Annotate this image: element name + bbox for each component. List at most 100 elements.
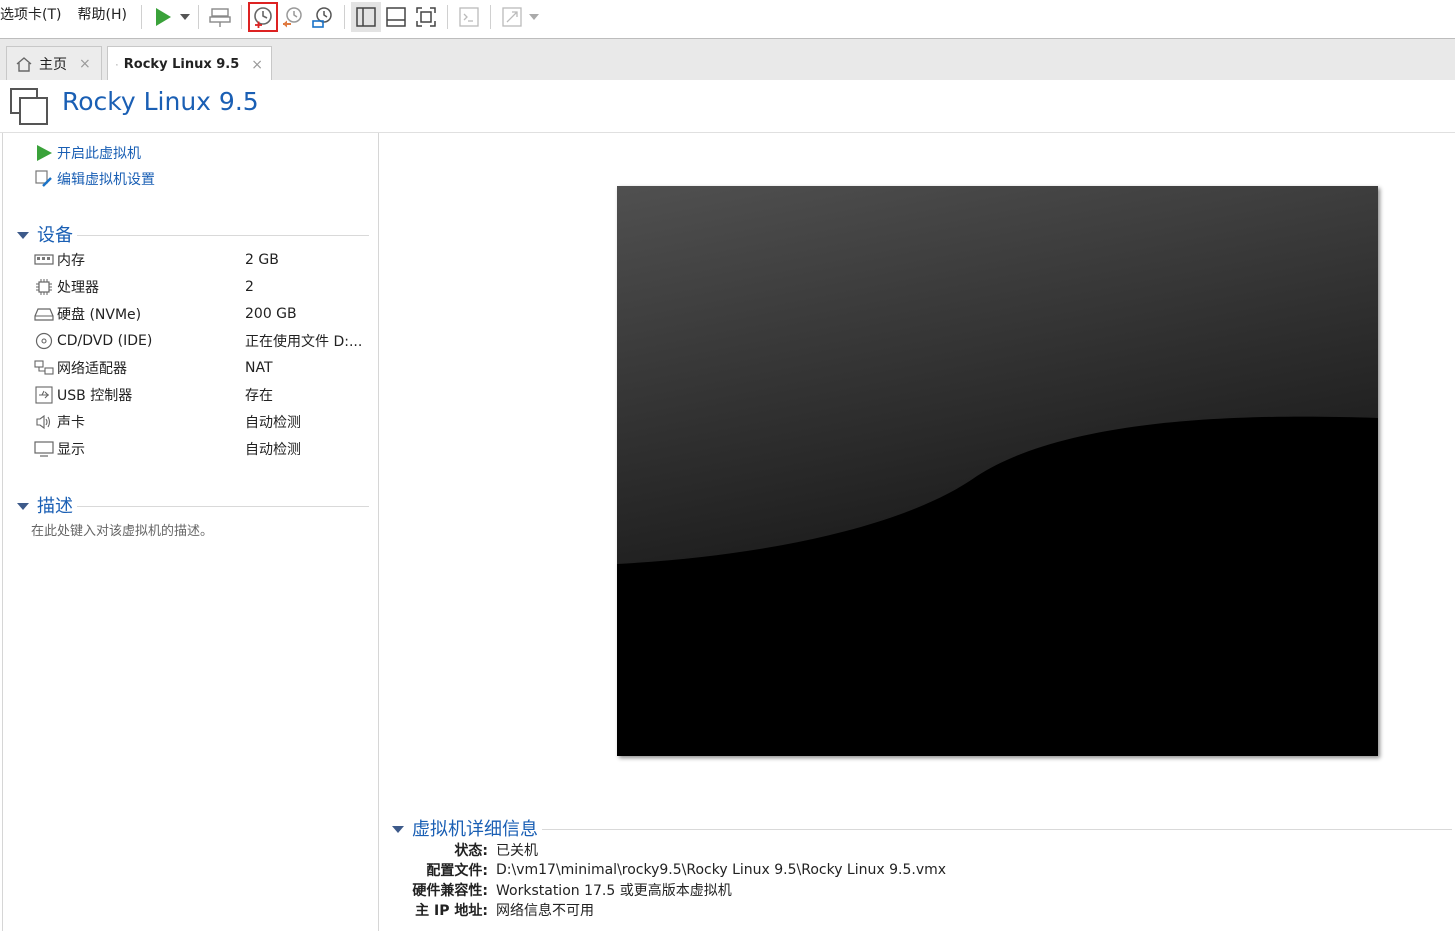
toolbar-separator bbox=[197, 4, 199, 29]
home-icon bbox=[16, 57, 32, 72]
vm-icon bbox=[116, 63, 118, 66]
device-name: 内存 bbox=[57, 253, 85, 269]
device-value: 2 bbox=[245, 279, 254, 295]
stretch-dropdown-button[interactable] bbox=[527, 2, 541, 32]
take-snapshot-button[interactable] bbox=[247, 1, 278, 32]
vm-summary-panel: 开启此虚拟机 编辑虚拟机设置 设备 内存 2 GB 处理器 2 硬盘 (NVMe… bbox=[2, 133, 379, 931]
device-row-memory[interactable]: 内存 2 GB bbox=[33, 249, 373, 271]
device-value: NAT bbox=[245, 360, 273, 376]
detail-value: D:\vm17\minimal\rocky9.5\Rocky Linux 9.5… bbox=[496, 862, 947, 878]
vm-details-section-header[interactable]: 虚拟机详细信息 bbox=[392, 815, 1452, 841]
snapshot-manager-button[interactable] bbox=[308, 2, 338, 32]
keyboard-send-icon bbox=[209, 7, 231, 27]
detail-row-config-file: 配置文件: D:\vm17\minimal\rocky9.5\Rocky Lin… bbox=[380, 860, 1450, 880]
detail-key: 配置文件: bbox=[426, 863, 488, 879]
device-value: 自动检测 bbox=[245, 442, 301, 458]
collapse-caret-icon bbox=[392, 825, 404, 833]
toolbar-separator bbox=[446, 4, 448, 29]
play-icon bbox=[155, 7, 171, 26]
device-row-cd-dvd[interactable]: CD/DVD (IDE) 正在使用文件 D:... bbox=[33, 330, 373, 352]
terminal-icon bbox=[459, 6, 479, 27]
toolbar-separator bbox=[240, 4, 242, 29]
show-library-button[interactable] bbox=[350, 1, 381, 32]
device-row-processor[interactable]: 处理器 2 bbox=[33, 276, 373, 298]
close-icon[interactable]: × bbox=[251, 57, 263, 73]
snapshot-clock-icon bbox=[254, 6, 272, 28]
detail-key: 状态: bbox=[454, 843, 488, 859]
toolbar-separator bbox=[489, 4, 491, 29]
network-adapter-icon bbox=[33, 358, 55, 378]
divider bbox=[542, 829, 1452, 830]
device-row-network-adapter[interactable]: 网络适配器 NAT bbox=[33, 357, 373, 379]
collapse-caret-icon bbox=[17, 231, 29, 239]
device-name: 处理器 bbox=[57, 280, 99, 296]
power-dropdown-button[interactable] bbox=[178, 2, 192, 32]
cpu-icon bbox=[33, 277, 55, 297]
detail-key: 主 IP 地址: bbox=[415, 903, 488, 919]
device-row-display[interactable]: 显示 自动检测 bbox=[33, 438, 373, 460]
edit-vm-settings-label: 编辑虚拟机设置 bbox=[57, 172, 155, 188]
close-icon[interactable]: × bbox=[79, 56, 91, 72]
description-input[interactable]: 在此处键入对该虚拟机的描述。 bbox=[31, 520, 213, 539]
tab-rocky-linux[interactable]: Rocky Linux 9.5 × bbox=[107, 46, 272, 82]
device-name: USB 控制器 bbox=[57, 388, 133, 404]
stretch-icon bbox=[502, 6, 522, 27]
device-row-hard-disk[interactable]: 硬盘 (NVMe) 200 GB bbox=[33, 303, 373, 325]
library-layout-icon bbox=[356, 6, 376, 27]
power-on-vm-link[interactable]: 开启此虚拟机 bbox=[35, 143, 141, 163]
device-name: 声卡 bbox=[57, 415, 85, 431]
description-section-header[interactable]: 描述 bbox=[17, 492, 369, 518]
collapse-caret-icon bbox=[17, 502, 29, 510]
menu-tabs[interactable]: 选项卡(T) bbox=[0, 0, 69, 33]
usb-icon bbox=[33, 385, 55, 405]
detail-row-ip-address: 主 IP 地址: 网络信息不可用 bbox=[380, 900, 1450, 920]
chevron-down-icon bbox=[528, 13, 539, 20]
detail-value: Workstation 17.5 或更高版本虚拟机 bbox=[496, 883, 732, 899]
device-row-sound-card[interactable]: 声卡 自动检测 bbox=[33, 411, 373, 433]
edit-settings-icon bbox=[35, 170, 53, 188]
device-name: 显示 bbox=[57, 442, 85, 458]
page-title: Rocky Linux 9.5 bbox=[62, 87, 259, 116]
console-view-button[interactable] bbox=[454, 2, 484, 32]
toolbar-separator bbox=[343, 4, 345, 29]
power-on-button[interactable] bbox=[148, 2, 178, 32]
tab-label: 主页 bbox=[39, 57, 67, 73]
chevron-down-icon bbox=[179, 13, 190, 20]
device-value: 200 GB bbox=[245, 306, 297, 322]
description-heading: 描述 bbox=[37, 496, 73, 517]
device-value: 自动检测 bbox=[245, 415, 301, 431]
divider bbox=[77, 506, 369, 507]
thumbnail-layout-icon bbox=[386, 6, 406, 27]
divider bbox=[77, 235, 369, 236]
vm-screen-preview[interactable] bbox=[617, 186, 1378, 756]
device-value: 正在使用文件 D:... bbox=[245, 334, 363, 350]
detail-value: 网络信息不可用 bbox=[496, 903, 594, 919]
edit-vm-settings-link[interactable]: 编辑虚拟机设置 bbox=[35, 169, 155, 189]
device-name: 网络适配器 bbox=[57, 361, 127, 377]
toolbar: 选项卡(T) 帮助(H) bbox=[0, 0, 1455, 33]
hard-disk-icon bbox=[33, 304, 55, 324]
snapshot-revert-icon bbox=[282, 6, 302, 27]
detail-key: 硬件兼容性: bbox=[412, 883, 488, 899]
tab-home[interactable]: 主页 × bbox=[6, 46, 102, 81]
power-on-vm-label: 开启此虚拟机 bbox=[57, 146, 141, 162]
devices-section-header[interactable]: 设备 bbox=[17, 221, 369, 247]
detail-row-status: 状态: 已关机 bbox=[380, 840, 1450, 860]
memory-icon bbox=[33, 250, 55, 270]
menu-help[interactable]: 帮助(H) bbox=[69, 0, 134, 33]
display-icon bbox=[33, 439, 55, 459]
device-value: 存在 bbox=[245, 388, 273, 404]
stretch-guest-button[interactable] bbox=[497, 2, 527, 32]
detail-value: 已关机 bbox=[496, 843, 538, 859]
vm-preview-image bbox=[617, 186, 1378, 756]
show-thumbnail-bar-button[interactable] bbox=[381, 2, 411, 32]
detail-row-hardware-compat: 硬件兼容性: Workstation 17.5 或更高版本虚拟机 bbox=[380, 880, 1450, 900]
snapshot-manager-icon bbox=[312, 6, 332, 28]
vm-header: Rocky Linux 9.5 bbox=[0, 80, 1455, 133]
full-screen-button[interactable] bbox=[411, 2, 441, 32]
revert-snapshot-button[interactable] bbox=[278, 2, 308, 32]
vm-large-icon bbox=[10, 88, 48, 125]
device-row-usb-controller[interactable]: USB 控制器 存在 bbox=[33, 384, 373, 406]
cd-dvd-icon bbox=[33, 331, 55, 351]
send-ctrl-alt-del-button[interactable] bbox=[205, 2, 235, 32]
